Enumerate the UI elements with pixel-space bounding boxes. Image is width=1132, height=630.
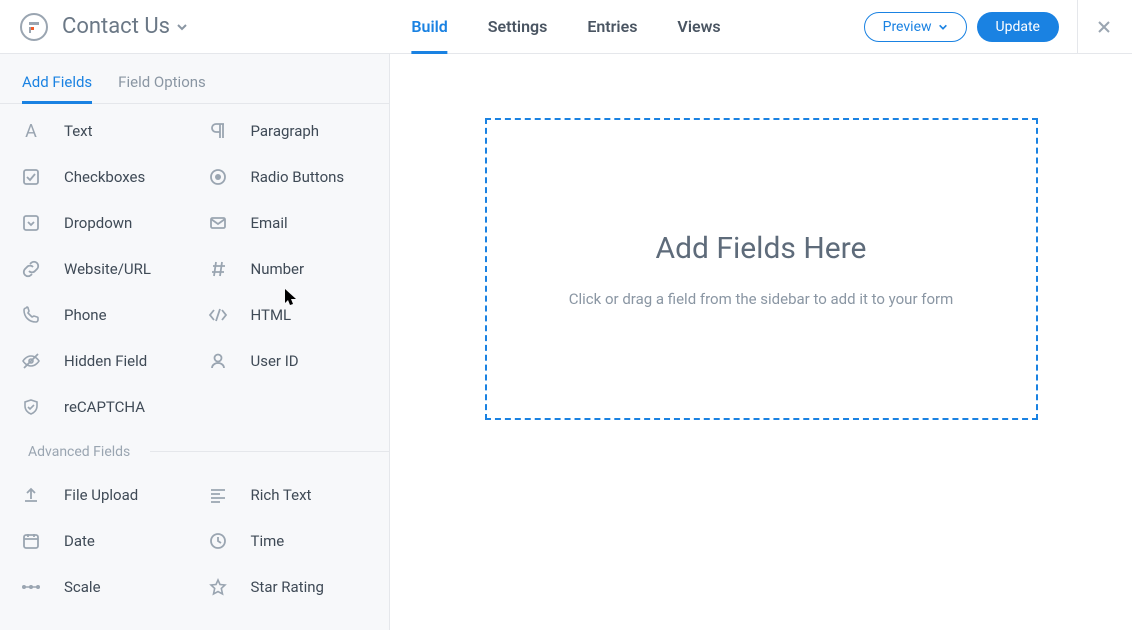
field-dropdown-label: Dropdown <box>64 214 132 232</box>
field-radio-buttons-label: Radio Buttons <box>251 168 345 186</box>
field-rich-text[interactable]: Rich Text <box>195 472 382 518</box>
field-scale[interactable]: Scale <box>8 564 195 610</box>
app-logo <box>20 13 48 41</box>
field-text[interactable]: A Text <box>8 108 195 154</box>
update-button-label: Update <box>996 19 1040 35</box>
field-star-rating[interactable]: Star Rating <box>195 564 382 610</box>
field-star-rating-label: Star Rating <box>251 578 324 596</box>
field-phone[interactable]: Phone <box>8 292 195 338</box>
tab-build-label: Build <box>411 17 447 36</box>
shield-check-icon <box>20 396 42 418</box>
text-icon: A <box>20 120 42 142</box>
svg-text:A: A <box>25 121 37 141</box>
field-time-label: Time <box>251 532 285 550</box>
field-email[interactable]: Email <box>195 200 382 246</box>
field-checkboxes[interactable]: Checkboxes <box>8 154 195 200</box>
clock-icon <box>207 530 229 552</box>
advanced-fields-grid: File Upload Rich Text Date Time Scale <box>0 468 389 614</box>
update-button[interactable]: Update <box>977 12 1059 42</box>
field-hidden-field-label: Hidden Field <box>64 352 147 370</box>
field-checkboxes-label: Checkboxes <box>64 168 145 186</box>
field-recaptcha-label: reCAPTCHA <box>64 398 145 416</box>
divider <box>1077 0 1078 54</box>
tab-entries-label: Entries <box>587 17 637 36</box>
sidebar-tab-add-fields-label: Add Fields <box>22 73 92 91</box>
field-recaptcha[interactable]: reCAPTCHA <box>8 384 195 430</box>
field-text-label: Text <box>64 122 93 140</box>
main-tabs: Build Settings Entries Views <box>391 0 740 53</box>
canvas: Add Fields Here Click or drag a field fr… <box>390 54 1132 630</box>
sidebar: Add Fields Field Options A Text Paragrap… <box>0 54 390 630</box>
close-button[interactable] <box>1096 19 1112 35</box>
field-phone-label: Phone <box>64 306 107 324</box>
field-user-id-label: User ID <box>251 352 299 370</box>
sidebar-tab-field-options[interactable]: Field Options <box>118 73 206 103</box>
dropzone[interactable]: Add Fields Here Click or drag a field fr… <box>485 118 1038 420</box>
top-actions: Preview Update <box>864 0 1112 54</box>
paragraph-icon <box>207 120 229 142</box>
field-dropdown[interactable]: Dropdown <box>8 200 195 246</box>
tab-build[interactable]: Build <box>411 0 447 53</box>
field-paragraph-label: Paragraph <box>251 122 320 140</box>
sidebar-tab-field-options-label: Field Options <box>118 73 206 91</box>
checkbox-icon <box>20 166 42 188</box>
advanced-fields-heading: Advanced Fields <box>0 434 389 468</box>
form-title-text: Contact Us <box>62 14 170 39</box>
tab-settings[interactable]: Settings <box>488 0 548 53</box>
field-website-url-label: Website/URL <box>64 260 151 278</box>
top-bar: Contact Us Build Settings Entries Views … <box>0 0 1132 54</box>
field-rich-text-label: Rich Text <box>251 486 312 504</box>
body: Add Fields Field Options A Text Paragrap… <box>0 54 1132 630</box>
preview-button-label: Preview <box>883 19 932 35</box>
field-html-label: HTML <box>251 306 292 324</box>
tab-settings-label: Settings <box>488 17 548 36</box>
field-scale-label: Scale <box>64 578 101 596</box>
star-icon <box>207 576 229 598</box>
field-html[interactable]: HTML <box>195 292 382 338</box>
field-number-label: Number <box>251 260 305 278</box>
sidebar-tabs: Add Fields Field Options <box>0 54 389 104</box>
sidebar-tab-add-fields[interactable]: Add Fields <box>22 73 92 103</box>
dropdown-icon <box>20 212 42 234</box>
field-paragraph[interactable]: Paragraph <box>195 108 382 154</box>
field-file-upload-label: File Upload <box>64 486 138 504</box>
field-radio-buttons[interactable]: Radio Buttons <box>195 154 382 200</box>
radio-icon <box>207 166 229 188</box>
field-file-upload[interactable]: File Upload <box>8 472 195 518</box>
field-date-label: Date <box>64 532 95 550</box>
email-icon <box>207 212 229 234</box>
scale-icon <box>20 576 42 598</box>
link-icon <box>20 258 42 280</box>
tab-views[interactable]: Views <box>677 0 720 53</box>
chevron-down-icon <box>938 22 948 32</box>
dropzone-subtitle: Click or drag a field from the sidebar t… <box>569 290 954 308</box>
close-icon <box>1096 19 1112 35</box>
eye-off-icon <box>20 350 42 372</box>
advanced-fields-heading-label: Advanced Fields <box>28 444 130 460</box>
chevron-down-icon <box>176 21 188 33</box>
field-number[interactable]: Number <box>195 246 382 292</box>
phone-icon <box>20 304 42 326</box>
field-time[interactable]: Time <box>195 518 382 564</box>
upload-icon <box>20 484 42 506</box>
field-email-label: Email <box>251 214 288 232</box>
dropzone-title: Add Fields Here <box>656 231 867 266</box>
field-hidden-field[interactable]: Hidden Field <box>8 338 195 384</box>
calendar-icon <box>20 530 42 552</box>
field-website-url[interactable]: Website/URL <box>8 246 195 292</box>
user-icon <box>207 350 229 372</box>
code-icon <box>207 304 229 326</box>
field-user-id[interactable]: User ID <box>195 338 382 384</box>
hash-icon <box>207 258 229 280</box>
form-title-dropdown[interactable]: Contact Us <box>62 14 188 39</box>
tab-entries[interactable]: Entries <box>587 0 637 53</box>
tab-views-label: Views <box>677 17 720 36</box>
fields-area: A Text Paragraph Checkboxes Radio Button… <box>0 104 389 630</box>
align-left-icon <box>207 484 229 506</box>
field-date[interactable]: Date <box>8 518 195 564</box>
basic-fields-grid: A Text Paragraph Checkboxes Radio Button… <box>0 104 389 434</box>
preview-button[interactable]: Preview <box>864 12 967 42</box>
